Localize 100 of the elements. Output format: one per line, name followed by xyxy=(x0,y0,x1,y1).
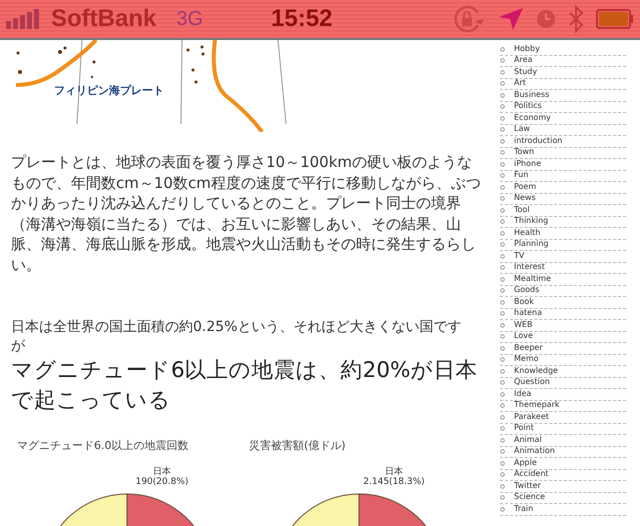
clock-time: 15:52 xyxy=(271,5,332,33)
category-link[interactable]: Poem xyxy=(500,182,626,194)
chart-title: マグニチュード6.0以上の地震回数 xyxy=(17,438,190,453)
bullet-icon xyxy=(500,208,505,213)
category-link[interactable]: Point xyxy=(500,424,626,435)
map-label: フィリピン海プレート xyxy=(54,83,164,98)
category-link[interactable]: Mealtime xyxy=(500,274,626,286)
bullet-icon xyxy=(500,495,505,500)
bullet-icon xyxy=(500,368,505,374)
bullet-icon xyxy=(500,288,505,294)
bullet-icon xyxy=(500,196,505,202)
bullet-icon xyxy=(500,46,505,52)
carrier-name: SoftBank xyxy=(51,5,156,33)
bullet-icon xyxy=(500,242,505,248)
slice-value: 190(20.8%) xyxy=(136,476,188,487)
location-arrow-icon xyxy=(498,7,524,31)
body-paragraph: プレートとは、地球の表面を覆う厚さ10～100kmの硬い板のようなもので、年間数cm～10数cm程度の速度で平行に移動しながら、ぶつかりあったり沈み込んだりしているとのこと。プレート同士の境界（海溝や海嶺に当たる）では、お互いに影響しあい、その結果、山脈、海溝、海底山脈を形成。地震や火山活動もその時に発生するらしい。 xyxy=(11,152,481,276)
category-link[interactable]: Planning xyxy=(500,240,626,251)
bullet-icon xyxy=(500,219,505,224)
category-link[interactable]: News xyxy=(500,194,626,205)
bullet-icon xyxy=(500,380,505,386)
bullet-icon xyxy=(500,127,505,132)
category-link[interactable]: Question xyxy=(500,378,626,389)
category-link[interactable]: Animal xyxy=(500,435,626,446)
category-link[interactable]: Interest xyxy=(500,262,626,274)
category-link[interactable]: Health xyxy=(500,228,626,240)
bullet-icon xyxy=(500,81,505,86)
category-link[interactable]: Goods xyxy=(500,286,626,297)
category-link[interactable]: Science xyxy=(500,492,626,504)
slice-value: 2.145(18.3%) xyxy=(363,476,425,487)
category-link[interactable]: Animation xyxy=(500,446,626,458)
bullet-icon xyxy=(500,460,505,466)
bullet-icon xyxy=(500,311,505,316)
category-link[interactable]: Apple xyxy=(500,458,626,470)
category-link[interactable]: Train xyxy=(500,504,626,516)
bullet-icon xyxy=(500,58,505,64)
bullet-icon xyxy=(500,506,505,512)
category-link[interactable]: Law xyxy=(500,124,626,136)
category-link[interactable]: Fun xyxy=(500,170,626,182)
bullet-icon xyxy=(500,104,505,110)
category-link[interactable]: Study xyxy=(500,67,626,78)
category-link[interactable]: Area xyxy=(500,56,626,67)
bullet-icon xyxy=(500,322,505,328)
bullet-icon xyxy=(500,300,505,305)
category-link[interactable]: TV xyxy=(500,251,626,262)
slice-label: 日本 xyxy=(153,466,171,477)
bullet-icon xyxy=(500,346,505,351)
category-link[interactable]: hatena xyxy=(500,308,626,320)
bullet-icon xyxy=(500,438,505,443)
bullet-icon xyxy=(500,230,505,236)
clock-icon xyxy=(536,9,556,29)
category-link[interactable]: WEB xyxy=(500,320,626,332)
battery-icon xyxy=(596,9,634,29)
bluetooth-icon xyxy=(568,5,584,33)
bullet-icon xyxy=(500,392,505,397)
category-link[interactable]: Hobby xyxy=(500,44,626,56)
bullet-icon xyxy=(500,472,505,478)
category-link[interactable]: Town xyxy=(500,148,626,159)
category-link[interactable]: Book xyxy=(500,297,626,308)
bullet-icon xyxy=(500,334,505,340)
category-link[interactable]: Business xyxy=(500,90,626,102)
bullet-icon xyxy=(500,449,505,454)
body-paragraph: 日本は全世界の国土面積の約0.25%という、それほど大きくない国ですが xyxy=(11,318,462,356)
category-link[interactable]: Politics xyxy=(500,102,626,113)
bullet-icon xyxy=(500,173,505,178)
bullet-icon xyxy=(500,276,505,282)
bullet-icon xyxy=(500,162,505,167)
bullet-icon xyxy=(500,357,505,362)
bullet-icon xyxy=(500,184,505,190)
category-link[interactable]: Tool xyxy=(500,205,626,216)
category-link[interactable]: Economy xyxy=(500,113,626,124)
category-link[interactable]: Beeper xyxy=(500,343,626,354)
bullet-icon xyxy=(500,484,505,489)
bullet-icon xyxy=(500,265,505,270)
category-link[interactable]: Parakeet xyxy=(500,412,626,424)
article-heading: マグニチュード6以上の地震は、約20%が日本で起こっている xyxy=(11,356,478,415)
category-link[interactable]: Thinking xyxy=(500,216,626,228)
category-link[interactable]: Knowledge xyxy=(500,366,626,378)
category-link[interactable]: introduction xyxy=(500,136,626,148)
chart-title: 災害被害額(億ドル) xyxy=(249,438,347,453)
bullet-icon xyxy=(500,92,505,98)
category-link[interactable]: Twitter xyxy=(500,481,626,492)
bullet-icon xyxy=(500,150,505,156)
bullet-icon xyxy=(500,403,505,408)
category-link[interactable]: Accident xyxy=(500,470,626,481)
category-link[interactable]: Art xyxy=(500,78,626,90)
slice-label: 日本 xyxy=(385,466,403,477)
bullet-icon xyxy=(500,116,505,121)
category-link[interactable]: Themepark xyxy=(500,400,626,412)
bullet-icon xyxy=(500,426,505,432)
bullet-icon xyxy=(500,414,505,420)
category-link[interactable]: Memo xyxy=(500,354,626,366)
bullet-icon xyxy=(500,254,505,259)
category-link[interactable]: Love xyxy=(500,332,626,343)
category-link[interactable]: Idea xyxy=(500,389,626,400)
category-link[interactable]: iPhone xyxy=(500,159,626,170)
bullet-icon xyxy=(500,70,505,75)
bullet-icon xyxy=(500,138,505,144)
network-type: 3G xyxy=(176,8,204,30)
rotation-lock-icon xyxy=(452,5,486,33)
